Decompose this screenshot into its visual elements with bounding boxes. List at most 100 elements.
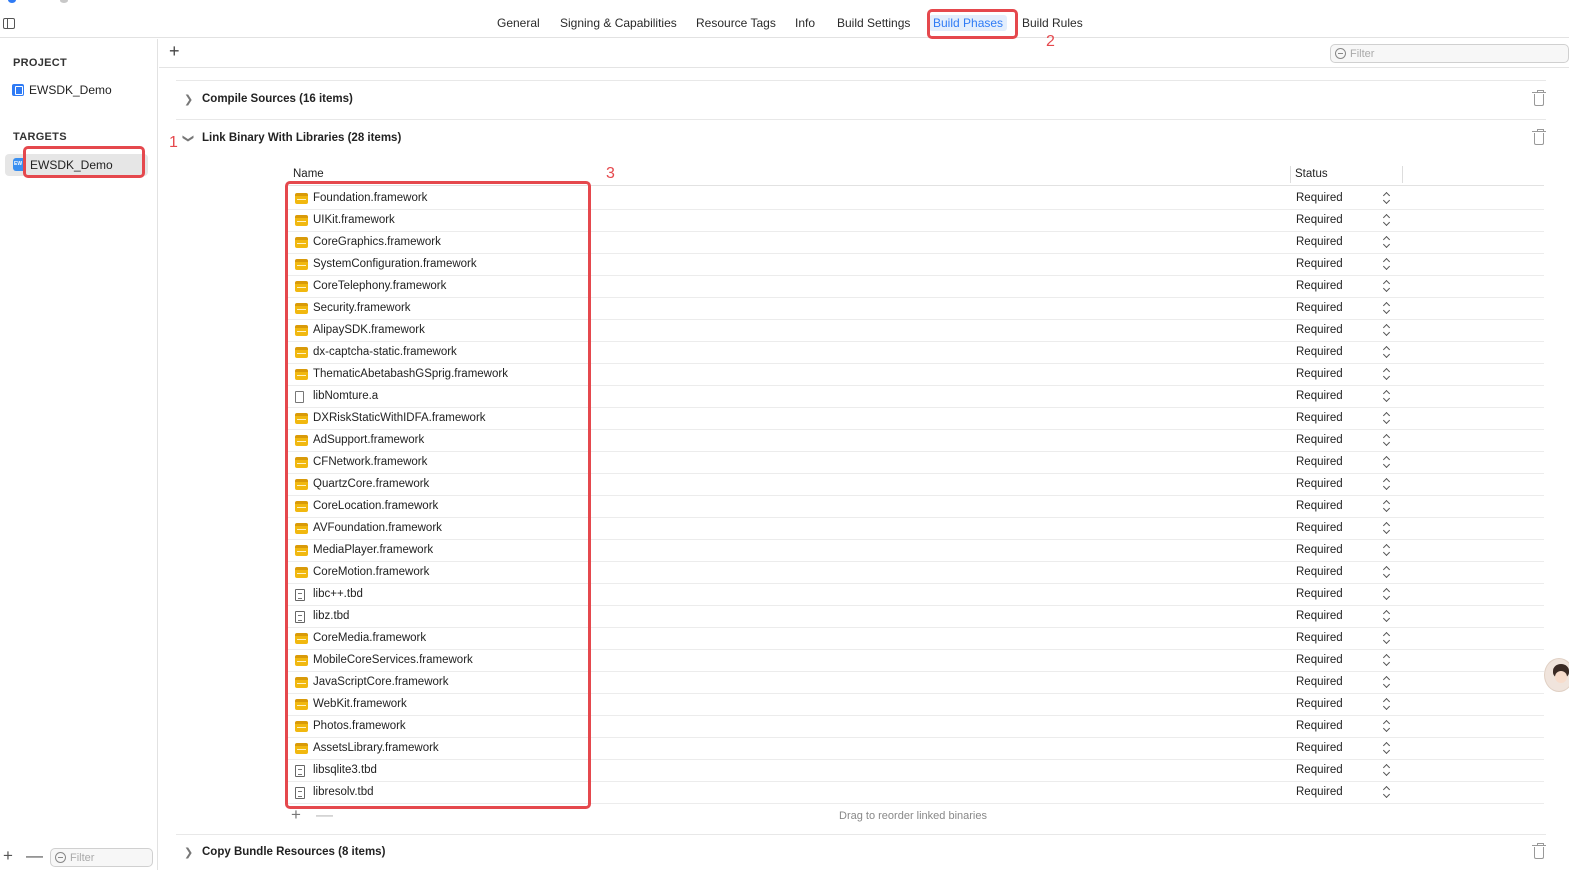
library-status[interactable]: Required xyxy=(1296,522,1343,534)
sidebar-toggle-icon[interactable] xyxy=(3,18,15,29)
add-target-button[interactable]: + xyxy=(3,846,13,866)
drag-hint: Drag to reorder linked binaries xyxy=(839,810,987,822)
divider xyxy=(176,834,1546,835)
library-status[interactable]: Required xyxy=(1296,742,1343,754)
library-status[interactable]: Required xyxy=(1296,368,1343,380)
library-status[interactable]: Required xyxy=(1296,610,1343,622)
library-status[interactable]: Required xyxy=(1296,192,1343,204)
disclosure-chevron-icon[interactable]: ❯ xyxy=(184,93,193,106)
tab-resource-tags[interactable]: Resource Tags xyxy=(696,16,776,30)
library-status[interactable]: Required xyxy=(1296,390,1343,402)
status-popup-chevron-icon[interactable] xyxy=(1383,500,1391,513)
library-status[interactable]: Required xyxy=(1296,632,1343,644)
status-popup-chevron-icon[interactable] xyxy=(1383,786,1391,799)
phase-copy-bundle-resources[interactable]: ❯ Copy Bundle Resources (8 items) xyxy=(176,843,1546,865)
library-status[interactable]: Required xyxy=(1296,280,1343,292)
add-build-phase-button[interactable]: + xyxy=(169,41,180,62)
library-status[interactable]: Required xyxy=(1296,236,1343,248)
column-divider[interactable] xyxy=(1290,166,1291,183)
trash-icon[interactable] xyxy=(1532,843,1546,859)
annotation-box-build-phases xyxy=(927,9,1018,39)
sidebar-footer: + — xyxy=(0,846,158,870)
trash-icon[interactable] xyxy=(1532,129,1546,145)
status-popup-chevron-icon[interactable] xyxy=(1383,742,1391,755)
status-popup-chevron-icon[interactable] xyxy=(1383,214,1391,227)
status-popup-chevron-icon[interactable] xyxy=(1383,412,1391,425)
phase-title: Link Binary With Libraries (28 items) xyxy=(202,132,402,144)
disclosure-chevron-icon[interactable]: ❯ xyxy=(184,846,193,859)
status-popup-chevron-icon[interactable] xyxy=(1383,434,1391,447)
library-status[interactable]: Required xyxy=(1296,544,1343,556)
library-status[interactable]: Required xyxy=(1296,698,1343,710)
status-popup-chevron-icon[interactable] xyxy=(1383,654,1391,667)
status-popup-chevron-icon[interactable] xyxy=(1383,632,1391,645)
build-phases-filter[interactable] xyxy=(1330,44,1569,63)
status-popup-chevron-icon[interactable] xyxy=(1383,346,1391,359)
library-status[interactable]: Required xyxy=(1296,412,1343,424)
library-status[interactable]: Required xyxy=(1296,478,1343,490)
status-popup-chevron-icon[interactable] xyxy=(1383,764,1391,777)
project-item[interactable]: EWSDK_Demo xyxy=(12,81,112,99)
status-popup-chevron-icon[interactable] xyxy=(1383,522,1391,535)
remove-target-button[interactable]: — xyxy=(26,846,43,866)
tab-signing-capabilities[interactable]: Signing & Capabilities xyxy=(560,16,677,30)
column-header-name[interactable]: Name xyxy=(293,168,324,180)
status-popup-chevron-icon[interactable] xyxy=(1383,368,1391,381)
library-status[interactable]: Required xyxy=(1296,500,1343,512)
sidebar-filter[interactable] xyxy=(50,848,153,867)
filter-icon xyxy=(55,852,66,863)
status-popup-chevron-icon[interactable] xyxy=(1383,610,1391,623)
sidebar-filter-input[interactable] xyxy=(70,851,152,864)
window-dot-icon xyxy=(8,0,16,3)
status-popup-chevron-icon[interactable] xyxy=(1383,390,1391,403)
status-popup-chevron-icon[interactable] xyxy=(1383,324,1391,337)
status-popup-chevron-icon[interactable] xyxy=(1383,192,1391,205)
tab-build-settings[interactable]: Build Settings xyxy=(837,16,910,30)
phase-link-binary-with-libraries[interactable]: ❯ Link Binary With Libraries (28 items) xyxy=(176,129,1546,151)
status-popup-chevron-icon[interactable] xyxy=(1383,280,1391,293)
library-status[interactable]: Required xyxy=(1296,258,1343,270)
library-status[interactable]: Required xyxy=(1296,302,1343,314)
library-status[interactable]: Required xyxy=(1296,456,1343,468)
column-divider[interactable] xyxy=(1402,166,1403,183)
disclosure-chevron-icon[interactable]: ❯ xyxy=(182,134,195,143)
library-status[interactable]: Required xyxy=(1296,676,1343,688)
status-popup-chevron-icon[interactable] xyxy=(1383,698,1391,711)
annotation-number-3: 3 xyxy=(606,165,615,182)
annotation-box-libraries xyxy=(285,181,591,809)
status-popup-chevron-icon[interactable] xyxy=(1383,456,1391,469)
library-status[interactable]: Required xyxy=(1296,346,1343,358)
library-status[interactable]: Required xyxy=(1296,324,1343,336)
xcode-project-icon xyxy=(12,84,24,96)
tab-general[interactable]: General xyxy=(497,16,540,30)
status-popup-chevron-icon[interactable] xyxy=(1383,236,1391,249)
library-status[interactable]: Required xyxy=(1296,434,1343,446)
annotation-number-2: 2 xyxy=(1046,33,1055,50)
library-status[interactable]: Required xyxy=(1296,588,1343,600)
floating-avatar[interactable] xyxy=(1544,658,1569,692)
trash-icon[interactable] xyxy=(1532,90,1546,106)
divider xyxy=(176,80,1546,81)
library-status[interactable]: Required xyxy=(1296,720,1343,732)
library-status[interactable]: Required xyxy=(1296,654,1343,666)
status-popup-chevron-icon[interactable] xyxy=(1383,544,1391,557)
status-popup-chevron-icon[interactable] xyxy=(1383,676,1391,689)
status-popup-chevron-icon[interactable] xyxy=(1383,566,1391,579)
annotation-box-target xyxy=(23,146,145,178)
library-status[interactable]: Required xyxy=(1296,566,1343,578)
tab-info[interactable]: Info xyxy=(795,16,815,30)
status-popup-chevron-icon[interactable] xyxy=(1383,478,1391,491)
status-popup-chevron-icon[interactable] xyxy=(1383,720,1391,733)
column-header-status[interactable]: Status xyxy=(1295,168,1328,180)
library-status[interactable]: Required xyxy=(1296,214,1343,226)
window-dot-icon xyxy=(60,0,68,3)
status-popup-chevron-icon[interactable] xyxy=(1383,258,1391,271)
annotation-number-1: 1 xyxy=(169,134,178,151)
status-popup-chevron-icon[interactable] xyxy=(1383,302,1391,315)
build-phases-filter-input[interactable] xyxy=(1350,47,1568,60)
phase-compile-sources[interactable]: ❯ Compile Sources (16 items) xyxy=(176,90,1546,112)
library-status[interactable]: Required xyxy=(1296,764,1343,776)
library-status[interactable]: Required xyxy=(1296,786,1343,798)
status-popup-chevron-icon[interactable] xyxy=(1383,588,1391,601)
tab-build-rules[interactable]: Build Rules xyxy=(1022,16,1083,30)
